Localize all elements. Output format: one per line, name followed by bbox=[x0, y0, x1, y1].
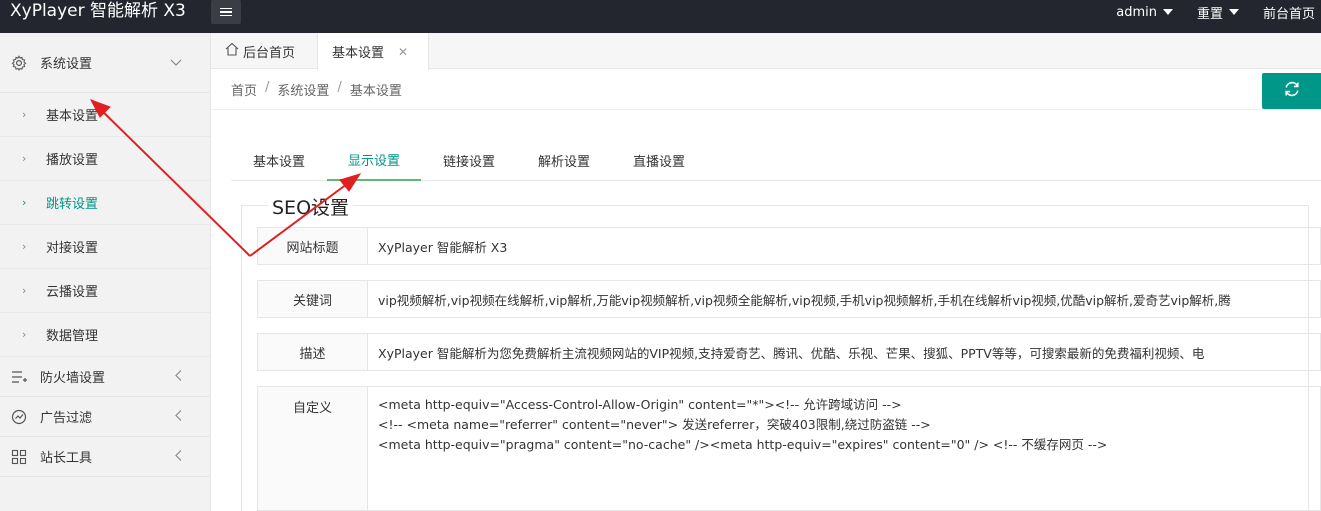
sidebar-item-cloud-play[interactable]: › 云播设置 bbox=[0, 269, 210, 313]
caret-down-icon bbox=[1228, 9, 1239, 15]
tab-label: 基本设置 bbox=[332, 46, 385, 61]
menu-toggle-button[interactable] bbox=[211, 0, 241, 24]
user-menu-label: admin bbox=[1116, 4, 1157, 20]
chevron-left-icon bbox=[174, 369, 182, 384]
site-title-input[interactable]: XyPlayer 智能解析 X3 bbox=[367, 227, 1321, 265]
sidebar-item-label: 跳转设置 bbox=[46, 197, 99, 212]
tab-display[interactable]: 显示设置 bbox=[327, 139, 421, 181]
description-input[interactable]: XyPlayer 智能解析为您免费解析主流视频网站的VIP视频,支持爱奇艺、腾讯… bbox=[367, 333, 1321, 371]
chevron-right-icon: › bbox=[22, 284, 27, 297]
sidebar-item-integration[interactable]: › 对接设置 bbox=[0, 225, 210, 269]
seo-legend: SEO设置 bbox=[268, 193, 354, 220]
tab-live[interactable]: 直播设置 bbox=[611, 139, 707, 181]
chevron-left-icon bbox=[174, 409, 182, 424]
breadcrumb-item-system[interactable]: 系统设置 bbox=[277, 80, 329, 99]
field-row-keywords: 关键词 vip视频解析,vip视频在线解析,vip解析,万能vip视频解析,vi… bbox=[257, 280, 1321, 318]
tab-links[interactable]: 链接设置 bbox=[421, 139, 517, 181]
refresh-button[interactable] bbox=[1262, 73, 1321, 109]
breadcrumb: 首页 / 系统设置 / 基本设置 bbox=[231, 80, 402, 99]
code-line: <!-- <meta name="referrer" content="neve… bbox=[378, 417, 931, 432]
chevron-right-icon: › bbox=[22, 328, 27, 341]
sidebar-group-webmaster-tools[interactable]: 站长工具 bbox=[0, 437, 210, 477]
reset-menu[interactable]: 重置 bbox=[1191, 3, 1245, 22]
code-line: <meta http-equiv="pragma" content="no-ca… bbox=[378, 437, 1108, 452]
field-row-custom: 自定义 <meta http-equiv="Access-Control-All… bbox=[257, 386, 1321, 511]
tab-label: 后台首页 bbox=[243, 45, 296, 61]
field-label: 网站标题 bbox=[257, 227, 367, 265]
chevron-down-icon bbox=[170, 56, 182, 70]
breadcrumb-item-home[interactable]: 首页 bbox=[231, 80, 257, 99]
sidebar-item-play[interactable]: › 播放设置 bbox=[0, 137, 210, 181]
field-label: 描述 bbox=[257, 333, 367, 371]
custom-head-textarea[interactable]: <meta http-equiv="Access-Control-Allow-O… bbox=[367, 386, 1321, 511]
list-icon bbox=[10, 368, 28, 386]
top-header: XyPlayer 智能解析 X3 admin 重置 前台首页 bbox=[0, 0, 1321, 33]
tab-basic-settings[interactable]: 基本设置 ✕ bbox=[317, 33, 429, 70]
sidebar-group-firewall[interactable]: 防火墙设置 bbox=[0, 357, 210, 397]
home-icon bbox=[225, 42, 239, 60]
grid-icon bbox=[10, 448, 28, 466]
sidebar-group-ad-filter[interactable]: 广告过滤 bbox=[0, 397, 210, 437]
refresh-icon bbox=[1283, 80, 1301, 102]
field-label: 关键词 bbox=[257, 280, 367, 318]
sidebar-group-label: 防火墙设置 bbox=[40, 371, 106, 386]
caret-down-icon bbox=[1162, 9, 1173, 15]
sidebar-item-label: 云播设置 bbox=[46, 285, 99, 300]
gear-icon bbox=[10, 54, 28, 72]
tab-basic[interactable]: 基本设置 bbox=[231, 139, 327, 181]
sidebar: 系统设置 › 基本设置 › 播放设置 › 跳转设置 › 对接设置 › 云播设置 … bbox=[0, 33, 211, 511]
frontend-link[interactable]: 前台首页 bbox=[1257, 3, 1321, 22]
user-menu[interactable]: admin bbox=[1110, 5, 1179, 20]
sidebar-item-label: 对接设置 bbox=[46, 241, 99, 256]
brand-title: XyPlayer 智能解析 X3 bbox=[10, 1, 186, 21]
sidebar-group-system-settings[interactable]: 系统设置 bbox=[0, 33, 210, 93]
sidebar-group-label: 系统设置 bbox=[40, 57, 93, 72]
tab-parse[interactable]: 解析设置 bbox=[517, 139, 611, 181]
field-row-description: 描述 XyPlayer 智能解析为您免费解析主流视频网站的VIP视频,支持爱奇艺… bbox=[257, 333, 1321, 371]
keywords-input[interactable]: vip视频解析,vip视频在线解析,vip解析,万能vip视频解析,vip视频全… bbox=[367, 280, 1321, 318]
sidebar-item-basic[interactable]: › 基本设置 bbox=[0, 93, 210, 137]
header-nav: admin 重置 前台首页 bbox=[1098, 0, 1321, 24]
chevron-right-icon: › bbox=[22, 108, 27, 121]
page-tab-bar: 后台首页 基本设置 ✕ bbox=[211, 33, 1321, 70]
chevron-right-icon: › bbox=[22, 240, 27, 253]
reset-menu-label: 重置 bbox=[1196, 6, 1223, 22]
sidebar-item-label: 基本设置 bbox=[46, 109, 99, 124]
chevron-right-icon: › bbox=[22, 152, 27, 165]
chevron-left-icon bbox=[174, 449, 182, 464]
sidebar-item-label: 播放设置 bbox=[46, 153, 99, 168]
field-label: 自定义 bbox=[257, 386, 367, 511]
sidebar-group-label: 广告过滤 bbox=[40, 411, 93, 426]
tab-admin-home[interactable]: 后台首页 bbox=[211, 33, 317, 69]
sidebar-item-data[interactable]: › 数据管理 bbox=[0, 313, 210, 357]
close-icon[interactable]: ✕ bbox=[398, 45, 408, 59]
settings-tabs: 基本设置 显示设置 链接设置 解析设置 直播设置 bbox=[231, 139, 1321, 181]
breadcrumb-item-current: 基本设置 bbox=[349, 84, 402, 99]
sidebar-item-label: 数据管理 bbox=[46, 329, 99, 344]
chevron-right-icon: › bbox=[22, 196, 27, 209]
code-line: <meta http-equiv="Access-Control-Allow-O… bbox=[378, 397, 902, 412]
hamburger-icon bbox=[220, 7, 232, 10]
sidebar-item-redirect[interactable]: › 跳转设置 bbox=[0, 181, 210, 225]
gauge-icon bbox=[10, 408, 28, 426]
sidebar-group-label: 站长工具 bbox=[40, 451, 93, 466]
field-row-site-title: 网站标题 XyPlayer 智能解析 X3 bbox=[257, 227, 1321, 265]
